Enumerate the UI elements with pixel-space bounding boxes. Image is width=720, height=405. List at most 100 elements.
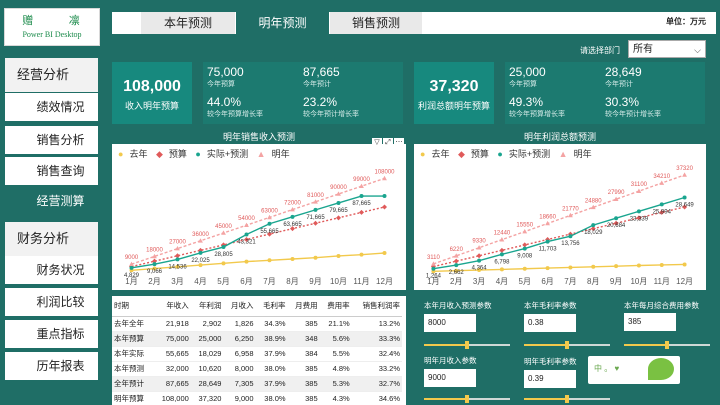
data-point (477, 258, 482, 263)
data-point (336, 253, 341, 258)
param-input-next-year-margin[interactable]: 0.39 (524, 370, 576, 388)
kpi-value: 25,000 (509, 65, 546, 79)
data-point (290, 214, 295, 219)
x-tick-label: 11月 (654, 277, 670, 286)
legend-item-prev[interactable]: ● (118, 149, 123, 159)
slider-handle[interactable] (465, 395, 469, 403)
nav-item-history-reports[interactable]: 历年报表 (5, 352, 98, 380)
x-tick-label: 6月 (240, 277, 252, 286)
table-row[interactable]: 本年实际 55,665 18,029 6,958 37.9% 384 5.5% 32.4% (112, 346, 402, 362)
data-point (568, 234, 573, 239)
legend-label: 明年 (573, 149, 592, 159)
data-point (659, 202, 664, 207)
tab-next-year-forecast[interactable]: 明年预测 (236, 12, 329, 34)
table-row[interactable]: 明年预算 108,000 37,320 9,000 38.0% 385 4.3% 34.6% (112, 391, 402, 405)
data-label: 27000 (169, 240, 186, 246)
slider-handle[interactable] (565, 395, 569, 403)
filter-icon[interactable]: ▽ (372, 138, 382, 148)
column-header[interactable]: 费用率 (319, 296, 352, 317)
nav-item-key-indicators[interactable]: 重点指标 (5, 320, 98, 348)
column-header[interactable]: 销售利润率 (351, 296, 402, 317)
x-tick-label: 7月 (564, 277, 576, 286)
data-label: 9,066 (147, 269, 163, 275)
kpi-profit-grid: 25,000 今年预算 28,649 今年预计 49.3% 较今年预算增长率 30.3… (505, 62, 705, 124)
param-input-this-year-revenue[interactable]: 8000 (424, 314, 476, 332)
data-label: 79,665 (329, 208, 348, 214)
legend-item-next[interactable]: ▲ (559, 149, 568, 159)
slider-handle[interactable] (665, 341, 669, 349)
chevron-down-icon: ⌵ (694, 45, 701, 55)
data-point (244, 259, 249, 264)
data-label: 63,665 (283, 222, 302, 228)
data-point (152, 262, 157, 267)
nav-section-operations[interactable]: 经营分析 (5, 58, 98, 92)
more-options-icon[interactable]: ⋯ (394, 138, 404, 148)
kpi-label: 今年预算 (509, 81, 537, 88)
column-header[interactable]: 月费用 (287, 296, 320, 317)
table-cell: 32.4% (351, 346, 402, 362)
table-cell: 全年预计 (112, 376, 154, 392)
legend-item-actual[interactable]: ● (195, 149, 200, 159)
column-header[interactable]: 时期 (112, 296, 154, 317)
column-header[interactable]: 年利润 (190, 296, 224, 317)
table-row[interactable]: 去年全年 21,918 2,902 1,826 34.3% 385 21.1% 13.2% (112, 316, 402, 332)
data-point (454, 263, 459, 268)
data-label: 18,029 (584, 230, 603, 236)
slider-handle[interactable] (565, 341, 569, 349)
x-tick-label: 4月 (194, 277, 206, 286)
data-label: 4,364 (472, 266, 488, 272)
data-point (682, 262, 687, 267)
param-input-this-year-margin[interactable]: 0.38 (524, 314, 576, 332)
table-cell: 37.9% (255, 376, 288, 392)
data-label: 27990 (608, 190, 625, 196)
table-cell: 34.6% (351, 391, 402, 405)
tab-this-year-forecast[interactable]: 本年预测 (141, 12, 235, 34)
x-tick-label: 2月 (450, 277, 462, 286)
legend-item-next[interactable]: ▲ (257, 149, 266, 159)
data-point (221, 245, 226, 250)
kpi-value: 49.3% (509, 95, 544, 109)
table-cell: 10,620 (190, 361, 224, 377)
param-input-this-year-expense[interactable]: 385 (624, 313, 676, 331)
data-label: 2,662 (449, 270, 465, 276)
param-input-next-year-revenue[interactable]: 9000 (424, 369, 476, 387)
sales-line-chart: 1月 2月 3月 4月 5月 6月 7月 8月 9月 10月 11月 12月4,8299,06614,… (124, 169, 395, 286)
nav-item-financial-status[interactable]: 财务状况 (5, 256, 98, 284)
x-tick-label: 3月 (171, 277, 183, 286)
legend-item-budget[interactable]: ◆ (458, 149, 465, 159)
dept-select[interactable]: 所有 ⌵ (628, 40, 706, 58)
nav-item-sales-query[interactable]: 销售查询 (5, 157, 98, 185)
legend-item-actual[interactable]: ● (497, 149, 502, 159)
tab-sales-forecast[interactable]: 销售预测 (330, 12, 422, 34)
data-label: 99000 (353, 177, 370, 183)
column-header[interactable]: 年收入 (153, 296, 191, 317)
nav-item-operation-forecast[interactable]: 经营测算 (5, 187, 98, 215)
table-cell: 21,918 (153, 316, 191, 332)
table-cell: 4.8% (319, 361, 352, 377)
table-cell: 21.1% (319, 316, 352, 332)
x-tick-label: 12月 (376, 277, 393, 286)
data-label: 18000 (146, 247, 163, 253)
table-cell: 385 (287, 361, 320, 377)
data-point (221, 230, 226, 235)
column-header[interactable]: 毛利率 (255, 296, 288, 317)
param-label: 本年月收入预测参数 (424, 301, 492, 310)
slider-handle[interactable] (465, 341, 469, 349)
data-point (221, 261, 226, 266)
data-label: 23,339 (630, 216, 649, 222)
table-row[interactable]: 本年预测 32,000 10,620 8,000 38.0% 385 4.8% 33.2% (112, 361, 402, 377)
table-row[interactable]: 本年预算 75,000 25,000 6,250 38.9% 348 5.6% 33.3% (112, 331, 402, 347)
legend-item-prev[interactable]: ● (420, 149, 425, 159)
nav-item-sales-analysis[interactable]: 销售分析 (5, 126, 98, 154)
nav-item-profit-compare[interactable]: 利润比较 (5, 288, 98, 316)
data-point (499, 237, 505, 242)
column-header[interactable]: 月收入 (223, 296, 256, 317)
slider-fill (424, 344, 467, 346)
legend-item-budget[interactable]: ◆ (156, 149, 163, 159)
data-point (682, 172, 687, 177)
table-row[interactable]: 全年预计 87,665 28,649 7,305 37.9% 385 5.3% 32.7% (112, 376, 402, 392)
nav-section-finance[interactable]: 财务分析 (5, 222, 98, 256)
nav-item-performance[interactable]: 绩效情况 (5, 93, 98, 121)
table-cell: 385 (287, 376, 320, 392)
focus-mode-icon[interactable]: ⤢ (383, 138, 393, 148)
